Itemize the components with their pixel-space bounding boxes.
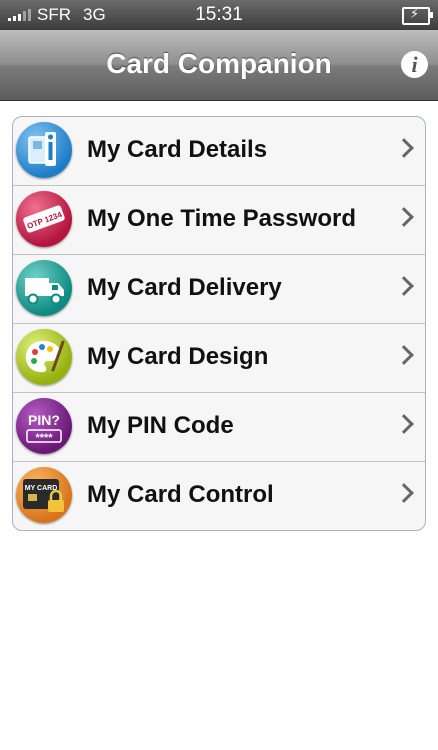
card-details-icon bbox=[16, 122, 72, 178]
menu-item-label: My PIN Code bbox=[87, 412, 234, 439]
card-menu: My Card Details OTP 1234 My One Time Pas… bbox=[12, 116, 426, 531]
one-time-password-icon: OTP 1234 bbox=[16, 191, 72, 247]
menu-item-label: My Card Design bbox=[87, 343, 269, 370]
menu-item-label: My Card Control bbox=[87, 481, 274, 508]
info-icon[interactable]: i bbox=[401, 51, 428, 78]
delivery-truck-icon bbox=[16, 260, 72, 316]
menu-item-card-control[interactable]: MY CARD My Card Control bbox=[13, 461, 425, 530]
chevron-right-icon bbox=[394, 276, 414, 296]
menu-item-card-design[interactable]: My Card Design bbox=[13, 323, 425, 392]
menu-item-one-time-password[interactable]: OTP 1234 My One Time Password bbox=[13, 185, 425, 254]
pin-icon-text: PIN? bbox=[28, 412, 60, 428]
menu-item-label: My Card Details bbox=[87, 136, 268, 163]
battery-icon: ⚡ bbox=[402, 6, 433, 25]
status-time: 15:31 bbox=[195, 4, 243, 25]
menu-item-label: My Card Delivery bbox=[87, 274, 282, 301]
page-title: Card Companion bbox=[106, 48, 332, 79]
status-bar: SFR 3G 15:31 ⚡ bbox=[0, 0, 438, 30]
card-lock-icon: MY CARD bbox=[16, 467, 72, 523]
pin-code-icon: PIN? **** bbox=[16, 398, 72, 454]
chevron-right-icon bbox=[394, 207, 414, 227]
menu-item-card-details[interactable]: My Card Details bbox=[13, 117, 425, 185]
palette-icon bbox=[16, 329, 72, 385]
menu-item-label: My One Time Password bbox=[87, 205, 356, 232]
chevron-right-icon bbox=[394, 414, 414, 434]
pin-icon-mask: **** bbox=[35, 432, 53, 444]
chevron-right-icon bbox=[394, 138, 414, 158]
menu-item-card-delivery[interactable]: My Card Delivery bbox=[13, 254, 425, 323]
chevron-right-icon bbox=[394, 345, 414, 365]
navigation-bar: Card Companion i bbox=[0, 30, 438, 101]
chevron-right-icon bbox=[394, 483, 414, 503]
menu-item-pin-code[interactable]: PIN? **** My PIN Code bbox=[13, 392, 425, 461]
